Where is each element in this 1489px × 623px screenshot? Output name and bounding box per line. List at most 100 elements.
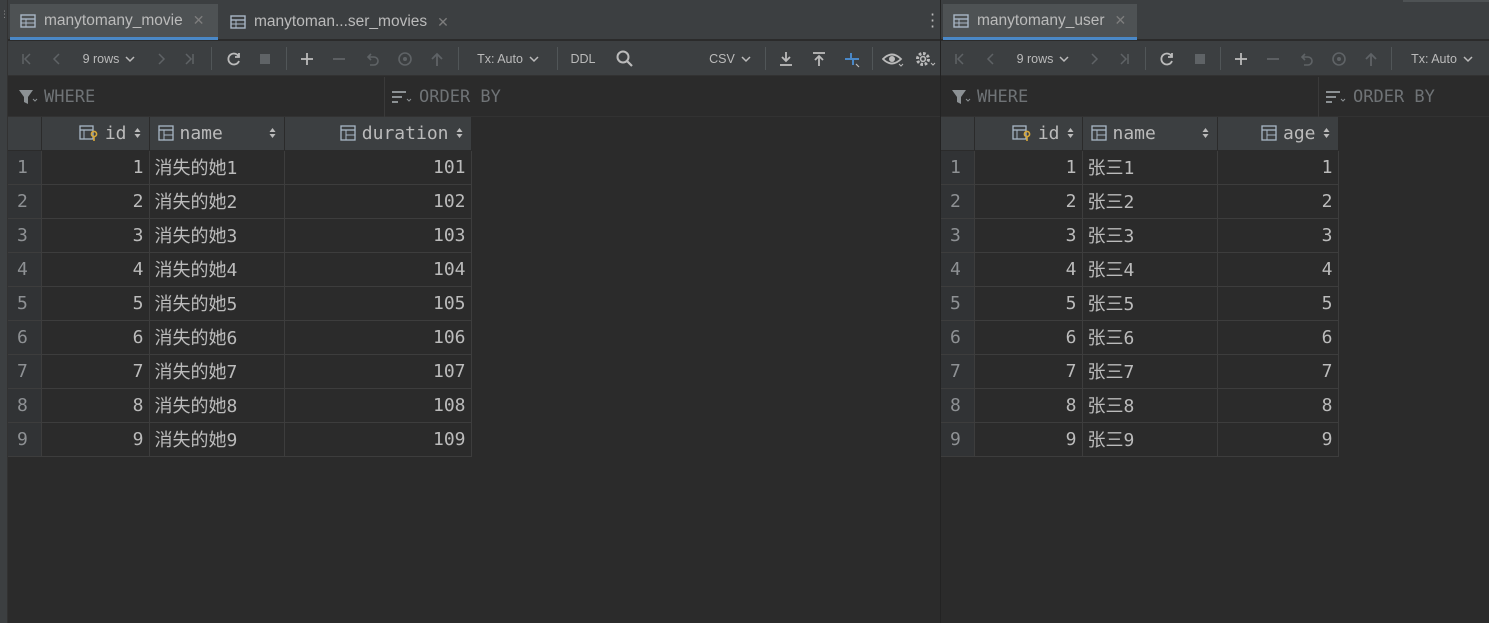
where-filter-input[interactable]: WHERE <box>951 77 1311 117</box>
gear-icon[interactable] <box>912 41 938 76</box>
age-cell[interactable]: 7 <box>1217 354 1339 389</box>
next-page-icon[interactable] <box>150 41 172 76</box>
table-row[interactable]: 6 6 张三6 6 <box>941 320 1339 355</box>
remove-row-icon[interactable] <box>328 41 350 76</box>
close-icon[interactable]: ✕ <box>1115 12 1127 29</box>
close-icon[interactable]: ✕ <box>437 14 449 31</box>
previous-page-icon[interactable] <box>980 41 1002 76</box>
first-page-icon[interactable] <box>16 41 38 76</box>
sort-icon[interactable] <box>1202 127 1209 139</box>
revert-icon[interactable] <box>361 41 383 76</box>
table-row[interactable]: 8 8 张三8 8 <box>941 388 1339 423</box>
id-cell[interactable]: 6 <box>974 320 1083 355</box>
table-row[interactable]: 7 7 消失的她7 107 <box>8 354 472 389</box>
column-header-name[interactable]: name <box>149 117 285 151</box>
table-row[interactable]: 3 3 张三3 3 <box>941 218 1339 253</box>
transaction-mode-dropdown[interactable]: Tx: Auto <box>1404 41 1480 76</box>
eye-icon[interactable] <box>880 41 906 76</box>
download-icon[interactable] <box>775 41 797 76</box>
revert-icon[interactable] <box>1295 41 1317 76</box>
id-cell[interactable]: 9 <box>41 422 150 457</box>
name-cell[interactable]: 张三8 <box>1082 388 1218 423</box>
duration-cell[interactable]: 104 <box>284 252 472 287</box>
table-row[interactable]: 3 3 消失的她3 103 <box>8 218 472 253</box>
export-format-dropdown[interactable]: CSV <box>706 41 754 76</box>
sort-icon[interactable] <box>134 127 141 139</box>
duration-cell[interactable]: 103 <box>284 218 472 253</box>
stop-icon[interactable] <box>1189 41 1211 76</box>
tab-manytomany-user[interactable]: manytomany_user ✕ <box>943 4 1137 40</box>
name-cell[interactable]: 消失的她6 <box>149 320 285 355</box>
ddl-button[interactable]: DDL <box>566 41 600 76</box>
name-cell[interactable]: 消失的她3 <box>149 218 285 253</box>
id-cell[interactable]: 8 <box>974 388 1083 423</box>
id-cell[interactable]: 3 <box>974 218 1083 253</box>
tab-manytomany-user-movies[interactable]: manytoman...ser_movies ✕ <box>220 4 460 40</box>
sort-icon[interactable] <box>1323 127 1330 139</box>
table-row[interactable]: 6 6 消失的她6 106 <box>8 320 472 355</box>
table-row[interactable]: 1 1 消失的她1 101 <box>8 150 472 185</box>
id-cell[interactable]: 1 <box>41 150 150 185</box>
upload-icon[interactable] <box>808 41 830 76</box>
preview-changes-icon[interactable] <box>1328 41 1350 76</box>
name-cell[interactable]: 张三1 <box>1082 150 1218 185</box>
age-cell[interactable]: 6 <box>1217 320 1339 355</box>
duration-cell[interactable]: 102 <box>284 184 472 219</box>
id-cell[interactable]: 7 <box>41 354 150 389</box>
column-header-duration[interactable]: duration <box>284 117 472 151</box>
submit-icon[interactable] <box>426 41 448 76</box>
id-cell[interactable]: 2 <box>41 184 150 219</box>
name-cell[interactable]: 消失的她2 <box>149 184 285 219</box>
id-cell[interactable]: 5 <box>974 286 1083 321</box>
duration-cell[interactable]: 108 <box>284 388 472 423</box>
rows-count-dropdown[interactable]: 9 rows <box>1008 41 1078 76</box>
duration-cell[interactable]: 109 <box>284 422 472 457</box>
where-filter-input[interactable]: WHERE <box>18 77 378 117</box>
duration-cell[interactable]: 106 <box>284 320 472 355</box>
table-row[interactable]: 9 9 消失的她9 109 <box>8 422 472 457</box>
last-page-icon[interactable] <box>178 41 200 76</box>
refresh-icon[interactable] <box>222 41 246 76</box>
order-by-input[interactable]: ORDER BY <box>391 77 691 117</box>
id-cell[interactable]: 8 <box>41 388 150 423</box>
id-cell[interactable]: 5 <box>41 286 150 321</box>
more-vertical-icon[interactable]: · · · <box>930 7 935 35</box>
table-row[interactable]: 8 8 消失的她8 108 <box>8 388 472 423</box>
age-cell[interactable]: 4 <box>1217 252 1339 287</box>
add-row-icon[interactable] <box>1230 41 1252 76</box>
name-cell[interactable]: 张三2 <box>1082 184 1218 219</box>
duration-cell[interactable]: 105 <box>284 286 472 321</box>
name-cell[interactable]: 消失的她8 <box>149 388 285 423</box>
name-cell[interactable]: 张三9 <box>1082 422 1218 457</box>
column-header-age[interactable]: age <box>1217 117 1339 151</box>
compare-icon[interactable] <box>840 41 864 76</box>
submit-icon[interactable] <box>1360 41 1382 76</box>
age-cell[interactable]: 8 <box>1217 388 1339 423</box>
name-cell[interactable]: 消失的她7 <box>149 354 285 389</box>
age-cell[interactable]: 5 <box>1217 286 1339 321</box>
table-row[interactable]: 1 1 张三1 1 <box>941 150 1339 185</box>
table-row[interactable]: 9 9 张三9 9 <box>941 422 1339 457</box>
sort-icon[interactable] <box>269 127 276 139</box>
order-by-input[interactable]: ORDER BY <box>1325 77 1485 117</box>
sort-icon[interactable] <box>1067 127 1074 139</box>
table-row[interactable]: 4 4 消失的她4 104 <box>8 252 472 287</box>
column-header-id[interactable]: id <box>41 117 150 151</box>
table-row[interactable]: 2 2 张三2 2 <box>941 184 1339 219</box>
stop-icon[interactable] <box>254 41 276 76</box>
age-cell[interactable]: 1 <box>1217 150 1339 185</box>
name-cell[interactable]: 消失的她5 <box>149 286 285 321</box>
sort-icon[interactable] <box>456 127 463 139</box>
last-page-icon[interactable] <box>1113 41 1135 76</box>
refresh-icon[interactable] <box>1155 41 1179 76</box>
id-cell[interactable]: 4 <box>974 252 1083 287</box>
preview-changes-icon[interactable] <box>394 41 416 76</box>
id-cell[interactable]: 7 <box>974 354 1083 389</box>
column-header-name[interactable]: name <box>1082 117 1218 151</box>
table-row[interactable]: 5 5 张三5 5 <box>941 286 1339 321</box>
duration-cell[interactable]: 107 <box>284 354 472 389</box>
remove-row-icon[interactable] <box>1262 41 1284 76</box>
id-cell[interactable]: 6 <box>41 320 150 355</box>
close-icon[interactable]: ✕ <box>193 12 205 29</box>
age-cell[interactable]: 9 <box>1217 422 1339 457</box>
